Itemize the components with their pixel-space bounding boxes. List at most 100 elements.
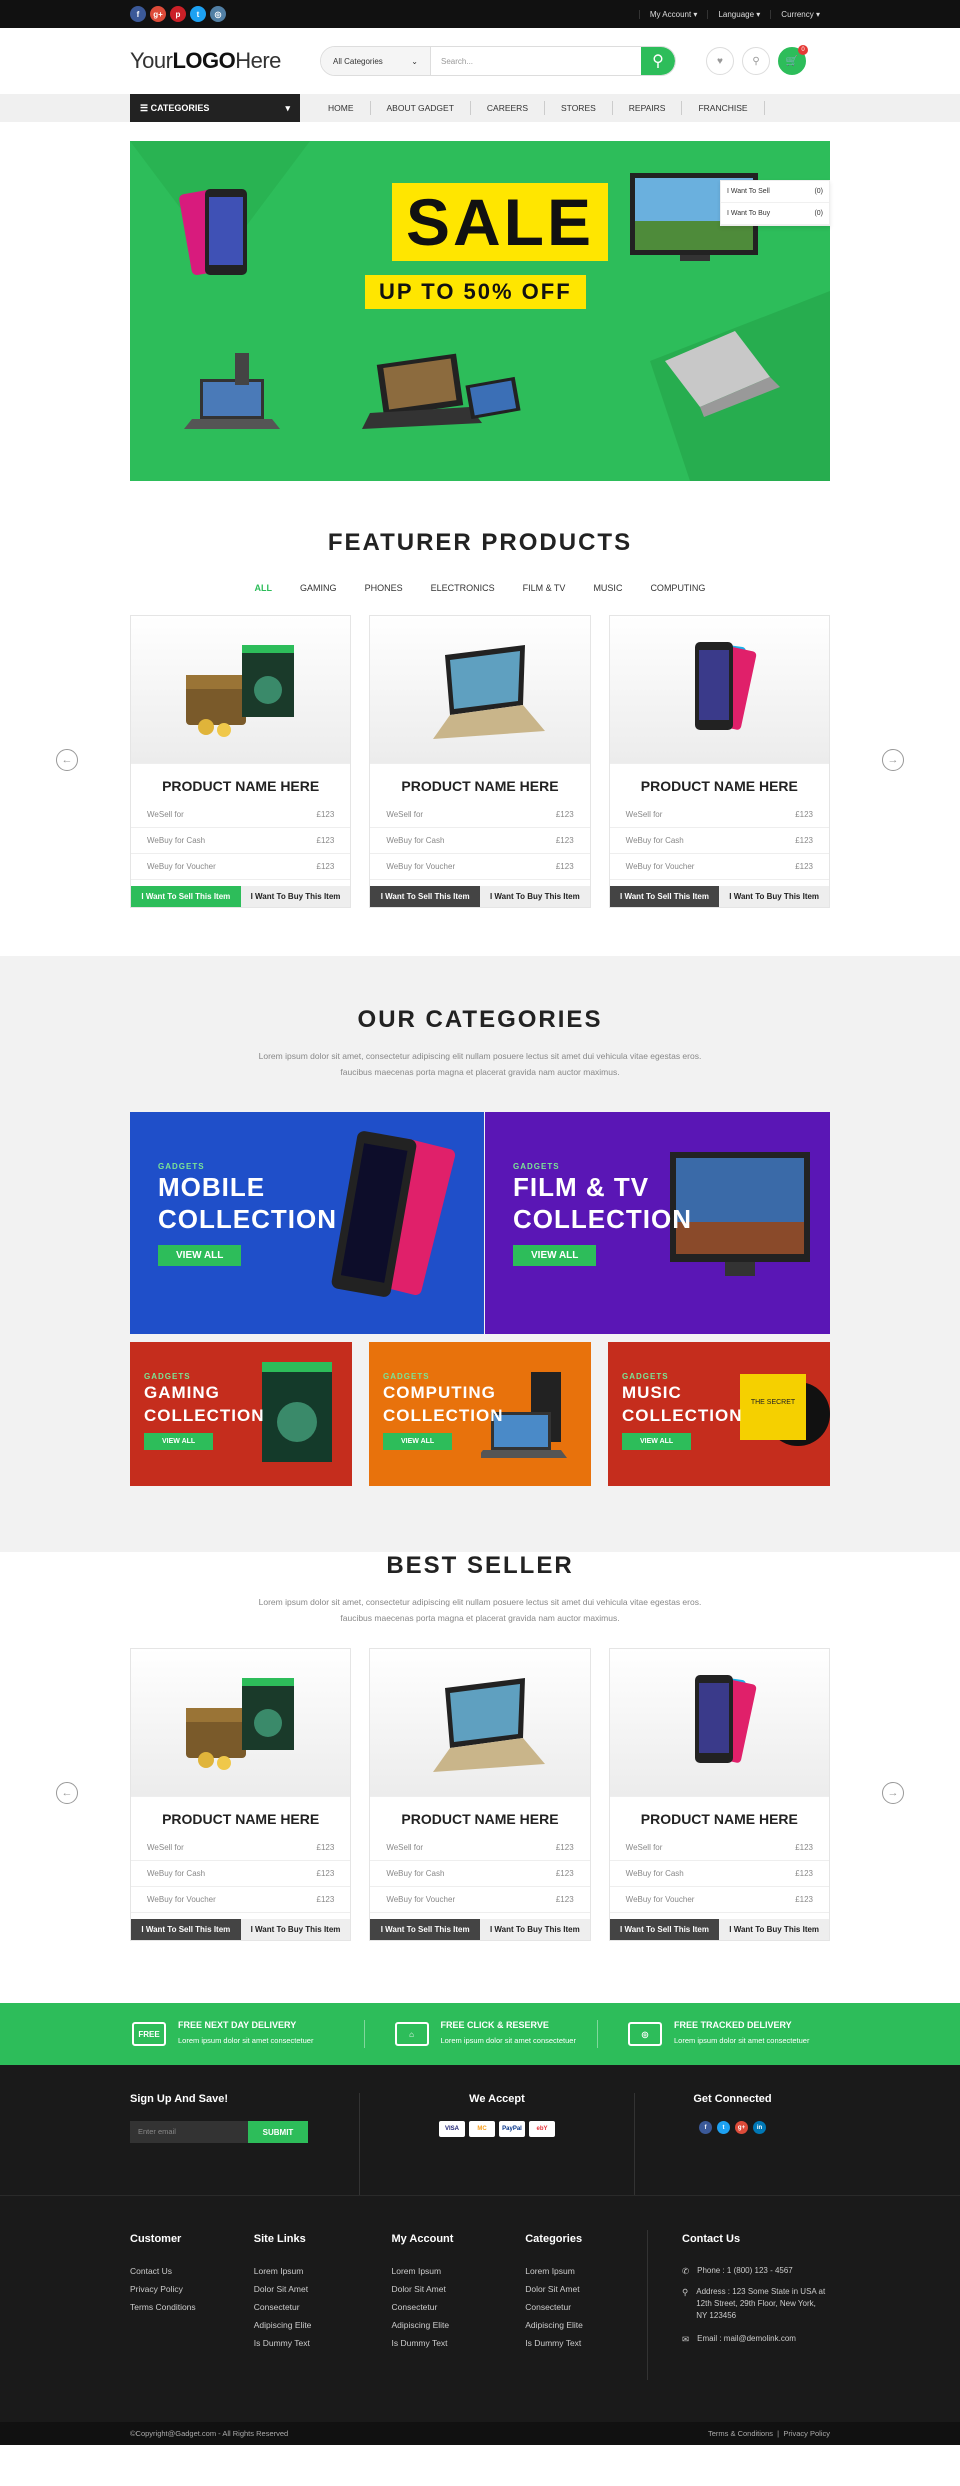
product-card[interactable]: PRODUCT NAME HERE WeSell for £123 WeBuy for…: [608, 1648, 830, 1941]
product-name[interactable]: PRODUCT NAME HERE: [131, 1811, 350, 1827]
dropdown-item[interactable]: I Want To Buy (0): [721, 203, 829, 225]
tab-gaming[interactable]: GAMING: [300, 583, 337, 593]
twitter-icon[interactable]: t: [717, 2121, 730, 2134]
buy-item-button[interactable]: I Want To Buy This Item: [240, 886, 351, 907]
google-plus-icon[interactable]: g+: [150, 6, 166, 22]
category-card-gaming[interactable]: GADGETS GAMING COLLECTION VIEW ALL: [130, 1342, 352, 1486]
footer-link[interactable]: Terms Conditions: [130, 2298, 254, 2316]
email-input[interactable]: Enter email: [130, 2121, 248, 2143]
footer-link[interactable]: Dolor Sit Amet: [392, 2280, 526, 2298]
tab-computing[interactable]: COMPUTING: [650, 583, 705, 593]
nav-link-stores[interactable]: STORES: [545, 101, 613, 115]
nav-link-repairs[interactable]: REPAIRS: [613, 101, 683, 115]
buy-item-button[interactable]: I Want To Buy This Item: [240, 1919, 351, 1940]
pinterest-icon[interactable]: p: [170, 6, 186, 22]
wishlist-button[interactable]: ♥: [706, 47, 734, 75]
buy-item-button[interactable]: I Want To Buy This Item: [719, 886, 829, 907]
footer-link[interactable]: Adipiscing Elite: [254, 2316, 392, 2334]
product-name[interactable]: PRODUCT NAME HERE: [610, 1811, 829, 1827]
footer-link[interactable]: Lorem Ipsum: [254, 2262, 392, 2280]
instagram-icon[interactable]: ◎: [210, 6, 226, 22]
search-input[interactable]: Search...: [431, 57, 641, 66]
cart-button[interactable]: 🛒 0: [778, 45, 808, 75]
google-plus-icon[interactable]: g+: [735, 2121, 748, 2134]
product-name[interactable]: PRODUCT NAME HERE: [370, 1811, 589, 1827]
footer-link[interactable]: Contact Us: [130, 2262, 254, 2280]
footer-link[interactable]: Privacy Policy: [130, 2280, 254, 2298]
footer-link[interactable]: Consectetur: [254, 2298, 392, 2316]
terms-link[interactable]: Terms & Conditions: [708, 2429, 773, 2438]
sell-item-button[interactable]: I Want To Sell This Item: [370, 886, 480, 907]
buy-item-button[interactable]: I Want To Buy This Item: [480, 1919, 590, 1940]
location-button[interactable]: ⚲: [742, 47, 770, 75]
nav-link-about-gadget[interactable]: ABOUT GADGET: [371, 101, 471, 115]
category-card-music[interactable]: THE SECRET GADGETS MUSIC COLLECTION VIEW ALL: [608, 1342, 830, 1486]
footer-link[interactable]: Dolor Sit Amet: [254, 2280, 392, 2298]
category-card-mobile[interactable]: GADGETS MOBILE COLLECTION VIEW ALL: [130, 1112, 484, 1334]
privacy-link[interactable]: Privacy Policy: [783, 2429, 830, 2438]
currency-menu[interactable]: Currency ▾: [770, 9, 830, 19]
footer-link[interactable]: Adipiscing Elite: [392, 2316, 526, 2334]
categories-menu-button[interactable]: ☰ CATEGORIES ▾: [130, 94, 300, 122]
logo[interactable]: YourLOGOHere: [130, 48, 320, 74]
footer-link[interactable]: Consectetur: [392, 2298, 526, 2316]
product-image[interactable]: [609, 616, 829, 764]
tab-all[interactable]: ALL: [255, 583, 273, 593]
footer-link[interactable]: Lorem Ipsum: [525, 2262, 647, 2280]
nav-link-home[interactable]: HOME: [312, 101, 371, 115]
linkedin-icon[interactable]: in: [753, 2121, 766, 2134]
footer-link[interactable]: Consectetur: [525, 2298, 647, 2316]
prev-arrow-button[interactable]: ←: [56, 1782, 78, 1804]
submit-button[interactable]: SUBMIT: [248, 2121, 308, 2143]
buy-item-button[interactable]: I Want To Buy This Item: [480, 886, 590, 907]
product-card[interactable]: PRODUCT NAME HERE WeSell for £123 WeBuy for…: [130, 615, 352, 908]
sell-item-button[interactable]: I Want To Sell This Item: [131, 886, 241, 907]
facebook-icon[interactable]: f: [130, 6, 146, 22]
nav-link-franchise[interactable]: FRANCHISE: [682, 101, 765, 115]
sell-item-button[interactable]: I Want To Sell This Item: [609, 1919, 720, 1940]
dropdown-item[interactable]: I Want To Sell (0): [721, 181, 829, 203]
buy-item-button[interactable]: I Want To Buy This Item: [719, 1919, 829, 1940]
next-arrow-button[interactable]: →: [882, 749, 904, 771]
category-select[interactable]: All Categories ⌄: [321, 47, 431, 75]
footer-link[interactable]: Is Dummy Text: [525, 2334, 647, 2352]
product-name[interactable]: PRODUCT NAME HERE: [131, 778, 350, 794]
tab-phones[interactable]: PHONES: [365, 583, 403, 593]
view-all-button[interactable]: VIEW ALL: [383, 1433, 453, 1450]
footer-link[interactable]: Is Dummy Text: [254, 2334, 392, 2352]
facebook-icon[interactable]: f: [699, 2121, 712, 2134]
my-account-menu[interactable]: My Account ▾: [638, 9, 708, 19]
product-image[interactable]: [131, 1649, 351, 1797]
search-button[interactable]: ⚲: [641, 47, 675, 75]
view-all-button[interactable]: VIEW ALL: [622, 1433, 692, 1450]
product-image[interactable]: [370, 616, 590, 764]
footer-link[interactable]: Adipiscing Elite: [525, 2316, 647, 2334]
product-card[interactable]: PRODUCT NAME HERE WeSell for £123 WeBuy for…: [369, 615, 591, 908]
footer-link[interactable]: Dolor Sit Amet: [525, 2280, 647, 2298]
sell-item-button[interactable]: I Want To Sell This Item: [370, 1919, 480, 1940]
product-name[interactable]: PRODUCT NAME HERE: [610, 778, 829, 794]
product-name[interactable]: PRODUCT NAME HERE: [370, 778, 589, 794]
tab-music[interactable]: MUSIC: [593, 583, 622, 593]
view-all-button[interactable]: VIEW ALL: [158, 1245, 242, 1266]
product-image[interactable]: [609, 1649, 829, 1797]
twitter-icon[interactable]: t: [190, 6, 206, 22]
product-card[interactable]: PRODUCT NAME HERE WeSell for £123 WeBuy for…: [369, 1648, 591, 1941]
tab-electronics[interactable]: ELECTRONICS: [431, 583, 495, 593]
footer-link[interactable]: Lorem Ipsum: [392, 2262, 526, 2280]
nav-link-careers[interactable]: CAREERS: [471, 101, 545, 115]
product-image[interactable]: [370, 1649, 590, 1797]
category-card-film-tv[interactable]: GADGETS FILM & TV COLLECTION VIEW ALL: [485, 1112, 830, 1334]
sell-item-button[interactable]: I Want To Sell This Item: [609, 886, 720, 907]
product-image[interactable]: [131, 616, 351, 764]
view-all-button[interactable]: VIEW ALL: [144, 1433, 214, 1450]
view-all-button[interactable]: VIEW ALL: [513, 1245, 597, 1266]
next-arrow-button[interactable]: →: [882, 1782, 904, 1804]
language-menu[interactable]: Language ▾: [707, 9, 770, 19]
product-card[interactable]: PRODUCT NAME HERE WeSell for £123 WeBuy for…: [608, 615, 830, 908]
footer-link[interactable]: Is Dummy Text: [392, 2334, 526, 2352]
category-card-computing[interactable]: GADGETS COMPUTING COLLECTION VIEW ALL: [369, 1342, 591, 1486]
product-card[interactable]: PRODUCT NAME HERE WeSell for £123 WeBuy for…: [130, 1648, 352, 1941]
sell-item-button[interactable]: I Want To Sell This Item: [131, 1919, 241, 1940]
prev-arrow-button[interactable]: ←: [56, 749, 78, 771]
